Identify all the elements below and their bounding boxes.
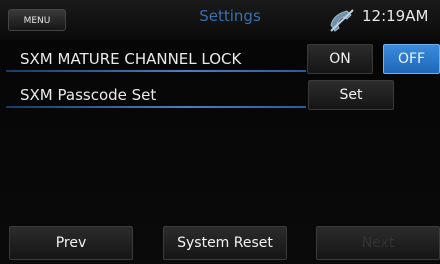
mature-channel-lock-label: SXM MATURE CHANNEL LOCK — [20, 50, 242, 68]
page-title: Settings — [199, 7, 261, 25]
clock: 12:19AM — [362, 7, 429, 25]
off-button[interactable]: OFF — [383, 44, 440, 74]
menu-button[interactable]: MENU — [8, 9, 66, 31]
prev-button[interactable]: Prev — [9, 226, 133, 260]
phone-disconnected-icon — [330, 9, 354, 32]
status-bar: MENU Settings 12:19AM — [0, 0, 440, 40]
next-button: Next — [316, 226, 440, 260]
row-underline — [6, 106, 306, 108]
system-reset-button[interactable]: System Reset — [163, 226, 287, 260]
row-underline — [6, 70, 306, 72]
on-button[interactable]: ON — [307, 44, 373, 74]
set-passcode-button[interactable]: Set — [308, 80, 394, 110]
settings-screen: MENU Settings 12:19AM SXM MATURE CHANNEL… — [0, 0, 440, 264]
passcode-set-label: SXM Passcode Set — [20, 86, 157, 104]
